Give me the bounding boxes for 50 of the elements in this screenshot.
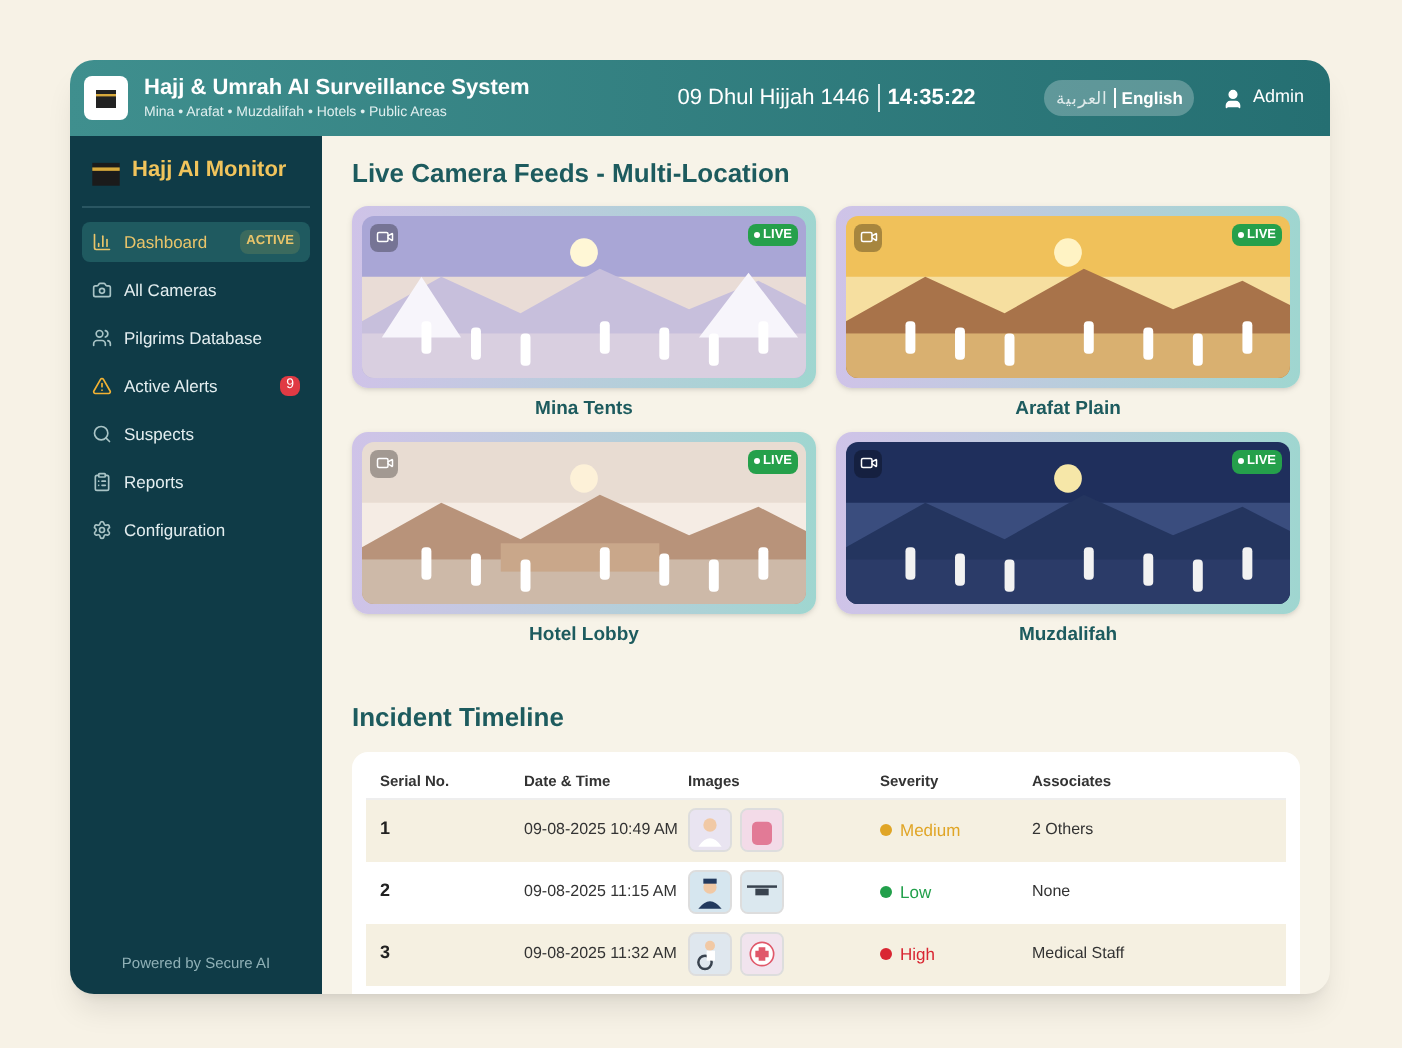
hijri-date: 09 Dhul Hijjah 1446	[677, 83, 870, 114]
sidebar-label: Suspects	[124, 421, 194, 447]
camera-name: Arafat Plain	[1015, 395, 1121, 423]
sidebar-label: Reports	[124, 469, 184, 495]
sidebar-label: Active Alerts	[124, 373, 218, 399]
clipboard-icon	[92, 472, 112, 492]
kaaba-icon	[90, 157, 122, 185]
kaaba-logo-icon	[84, 76, 128, 120]
camera-icon	[92, 280, 112, 300]
table-cell-text: 09-08-2025 10:49 AM	[524, 818, 680, 842]
table-cell-text: 1	[380, 816, 393, 843]
table-cell-text: 2	[380, 878, 393, 905]
video-camera-icon	[370, 449, 398, 478]
table-cell-text: Medical Staff	[1032, 942, 1127, 966]
severity-label: Low	[900, 879, 932, 905]
language-option[interactable]: English	[1121, 85, 1183, 111]
search-icon	[92, 424, 112, 444]
video-camera-icon	[854, 223, 882, 251]
bar-chart-icon	[92, 232, 112, 252]
camera-name: Hotel Lobby	[529, 621, 639, 650]
severity-label: High	[900, 941, 935, 967]
clock-time: 14:35:22	[887, 83, 976, 114]
video-camera-icon	[370, 223, 398, 251]
user-name[interactable]: Admin	[1252, 84, 1304, 112]
camera-name: Muzdalifah	[1018, 621, 1118, 650]
table-cell-text: 09-08-2025 11:15 AM	[524, 880, 679, 904]
sidebar-label: All Cameras	[124, 277, 217, 303]
video-camera-icon	[854, 449, 882, 478]
sidebar-item[interactable]: Configuration	[82, 510, 310, 550]
brand-name: Hajj AI Monitor	[132, 156, 287, 187]
warning-icon	[92, 376, 112, 396]
sidebar-label: Pilgrims Database	[124, 325, 262, 351]
user-icon	[1222, 87, 1245, 109]
sidebar-item[interactable]: Reports	[82, 462, 310, 502]
table-cell-text: 2 Others	[1032, 818, 1096, 842]
table-cell-text: 09-08-2025 11:32 AM	[524, 942, 679, 966]
settings-icon	[92, 520, 112, 540]
table-cell-text: None	[1032, 880, 1073, 904]
sidebar-label: Dashboard	[124, 229, 208, 255]
camera-name: Mina Tents	[535, 395, 633, 423]
section-title: Live Camera Feeds - Multi-Location	[352, 156, 792, 192]
severity-label: Medium	[900, 817, 961, 843]
sidebar-item[interactable]: Suspects	[82, 414, 310, 454]
sidebar-item[interactable]: All Cameras	[82, 270, 310, 310]
table-cell-text: 3	[380, 940, 393, 967]
section-title: Incident Timeline	[352, 700, 566, 736]
sidebar-item[interactable]: Pilgrims Database	[82, 318, 310, 358]
sidebar-label: Configuration	[124, 517, 226, 543]
people-icon	[92, 328, 112, 348]
app-title: Hajj & Umrah AI Surveillance System	[144, 77, 530, 99]
